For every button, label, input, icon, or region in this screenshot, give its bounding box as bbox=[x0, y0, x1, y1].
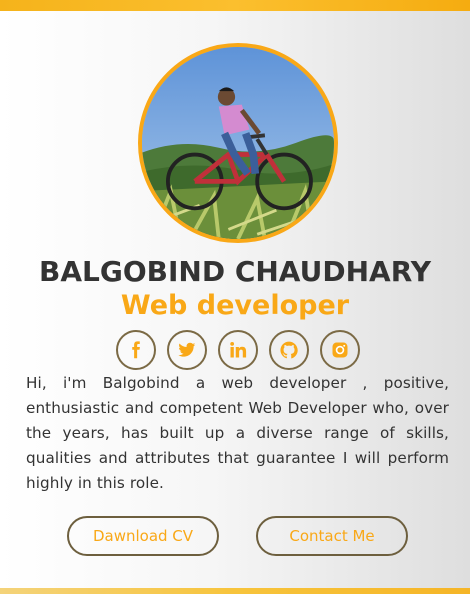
contact-me-button[interactable]: Contact Me bbox=[256, 516, 408, 556]
profile-name: BALGOBIND CHAUDHARY bbox=[39, 255, 431, 288]
instagram-link[interactable] bbox=[320, 330, 360, 370]
avatar-photo bbox=[142, 47, 334, 239]
linkedin-icon bbox=[230, 341, 247, 358]
github-link[interactable] bbox=[269, 330, 309, 370]
facebook-icon bbox=[132, 341, 140, 359]
profile-role: Web developer bbox=[120, 290, 350, 321]
top-accent-bar bbox=[0, 0, 470, 11]
profile-bio: Hi, i'm Balgobind a web developer , posi… bbox=[26, 374, 449, 492]
github-icon bbox=[280, 341, 298, 359]
twitter-link[interactable] bbox=[167, 330, 207, 370]
twitter-icon bbox=[178, 342, 196, 357]
download-cv-button[interactable]: Dawnload CV bbox=[67, 516, 219, 556]
social-links bbox=[116, 330, 360, 370]
avatar bbox=[138, 43, 338, 243]
instagram-icon bbox=[332, 342, 348, 358]
facebook-link[interactable] bbox=[116, 330, 156, 370]
profile-card: BALGOBIND CHAUDHARY Web developer Hi, i'… bbox=[0, 11, 470, 588]
linkedin-link[interactable] bbox=[218, 330, 258, 370]
bottom-accent-bar bbox=[0, 588, 470, 594]
